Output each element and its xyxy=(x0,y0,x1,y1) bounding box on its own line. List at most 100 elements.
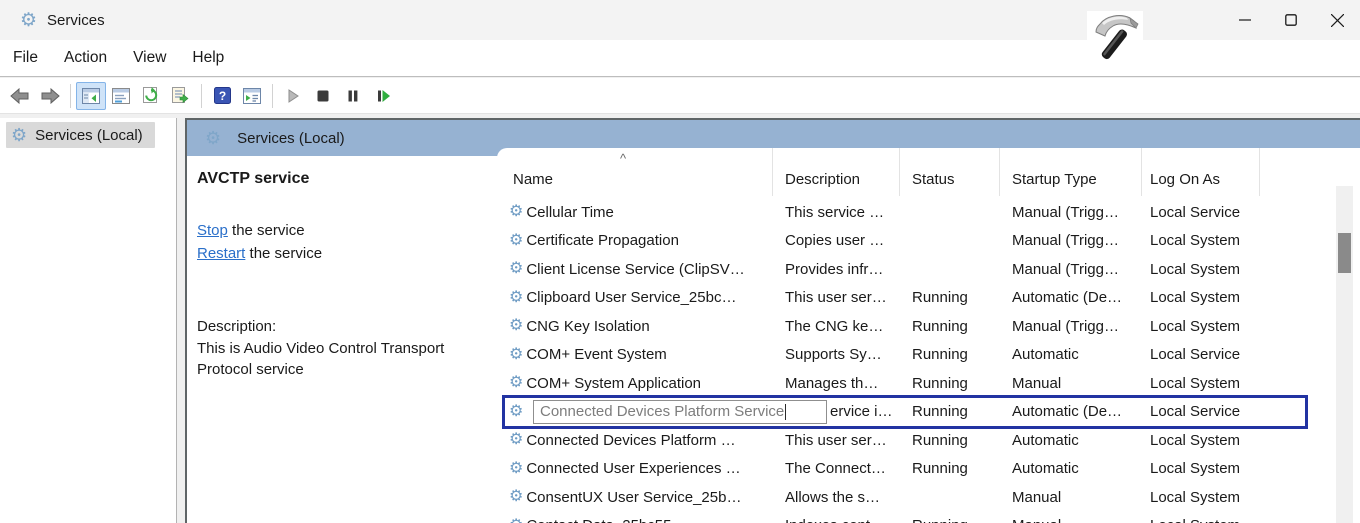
table-row[interactable]: ⚙Connected User Experiences …The Connect… xyxy=(505,455,1305,484)
table-row[interactable]: ⚙CNG Key IsolationThe CNG ke…RunningManu… xyxy=(505,312,1305,341)
pause-service-icon xyxy=(346,89,360,103)
menu-action[interactable]: Action xyxy=(51,40,120,76)
services-gear-icon: ⚙ xyxy=(205,129,221,147)
selected-service-name: AVCTP service xyxy=(197,170,497,188)
tree-item-label: Services (Local) xyxy=(35,127,143,144)
service-status: Running xyxy=(900,346,1000,363)
toolbar: ? xyxy=(0,78,1360,114)
column-header-status[interactable]: Status xyxy=(900,148,1000,196)
column-header-startup-type[interactable]: Startup Type xyxy=(1000,148,1142,196)
hammer-cursor-icon xyxy=(1087,11,1143,63)
service-gear-icon: ⚙ xyxy=(509,461,523,477)
menu-file[interactable]: File xyxy=(0,40,51,76)
table-row[interactable]: ⚙Certificate PropagationCopies user …Man… xyxy=(505,227,1305,256)
scrollbar-thumb[interactable] xyxy=(1338,233,1351,273)
table-row[interactable]: ⚙Connected Devices Platform … This user s… xyxy=(505,426,1305,455)
table-row[interactable]: ⚙Cellular TimeThis service …Manual (Trig… xyxy=(505,198,1305,227)
window-title: Services xyxy=(47,12,105,29)
service-name-cell: ⚙COM+ Event System xyxy=(505,346,773,363)
menu-help[interactable]: Help xyxy=(179,40,237,76)
show-hide-action-pane-button[interactable] xyxy=(237,82,267,110)
table-row[interactable]: ⚙Clipboard User Service_25bc…This user s… xyxy=(505,284,1305,313)
service-gear-icon: ⚙ xyxy=(509,489,523,505)
export-list-icon xyxy=(172,87,191,104)
description-label: Description: xyxy=(197,316,497,338)
service-logon-as: Local System xyxy=(1142,232,1260,249)
service-status: Running xyxy=(900,289,1000,306)
maximize-button[interactable] xyxy=(1268,0,1314,40)
service-gear-icon: ⚙ xyxy=(509,233,523,249)
start-service-button[interactable] xyxy=(278,82,308,110)
service-name: CNG Key Isolation xyxy=(526,318,649,335)
action-pane-icon xyxy=(243,88,261,104)
service-name-cell: ⚙Contact Data_25bc55 xyxy=(505,517,773,523)
service-description: Supports Sy… xyxy=(773,346,900,363)
tree-item-services-local[interactable]: ⚙ Services (Local) xyxy=(6,122,155,148)
minimize-icon xyxy=(1239,14,1251,26)
service-gear-icon: ⚙ xyxy=(509,318,523,334)
table-row[interactable]: ⚙Client License Service (ClipSV…Provides… xyxy=(505,255,1305,284)
service-rename-input[interactable]: Connected Devices Platform Service xyxy=(533,404,773,420)
service-name: Cellular Time xyxy=(526,204,614,221)
stop-service-button[interactable] xyxy=(308,82,338,110)
table-row[interactable]: ⚙COM+ Event SystemSupports Sy…RunningAut… xyxy=(505,341,1305,370)
close-button[interactable] xyxy=(1314,0,1360,40)
service-logon-as: Local System xyxy=(1142,318,1260,335)
service-startup-type: Automatic xyxy=(1000,432,1142,449)
content-area: ⚙ Services (Local) ⚙ Services (Local) AV… xyxy=(0,114,1360,523)
back-icon xyxy=(10,88,30,104)
back-button[interactable] xyxy=(5,82,35,110)
restart-service-button[interactable] xyxy=(368,82,398,110)
service-startup-type: Automatic (De… xyxy=(1000,289,1142,306)
service-gear-icon: ⚙ xyxy=(509,432,523,448)
column-header-logon-as[interactable]: Log On As xyxy=(1142,148,1260,196)
service-description: The Connect… xyxy=(773,460,900,477)
table-row[interactable]: ⚙COM+ System ApplicationManages th…Runni… xyxy=(505,369,1305,398)
service-description: This user ser… xyxy=(773,432,900,449)
table-row[interactable]: ⚙Contact Data_25bc55Indexes cont…Running… xyxy=(505,512,1305,523)
service-logon-as: Local System xyxy=(1142,375,1260,392)
console-tree-icon xyxy=(82,88,100,104)
vertical-scrollbar[interactable] xyxy=(1336,186,1353,523)
export-list-button[interactable] xyxy=(166,82,196,110)
column-header-description[interactable]: Description xyxy=(773,148,900,196)
table-row[interactable]: ⚙ConsentUX User Service_25b…Allows the s… xyxy=(505,483,1305,512)
title-bar: ⚙ Services xyxy=(0,0,1360,40)
list-header: Name Description Status Startup Type Log… xyxy=(505,148,1305,196)
service-startup-type: Automatic (De… xyxy=(1000,403,1142,420)
stop-service-link[interactable]: Stop xyxy=(197,222,228,239)
refresh-button[interactable] xyxy=(136,82,166,110)
service-name: Connected Devices Platform … xyxy=(526,432,735,449)
restart-service-icon xyxy=(376,89,391,103)
service-description: Copies user … xyxy=(773,232,900,249)
service-name-cell: ⚙Client License Service (ClipSV… xyxy=(505,261,773,278)
service-gear-icon: ⚙ xyxy=(509,290,523,306)
description-text: This is Audio Video Control Transport Pr… xyxy=(197,338,497,381)
service-startup-type: Manual xyxy=(1000,517,1142,523)
restart-service-suffix: the service xyxy=(245,245,322,262)
table-row[interactable]: ⚙Connected Devices Platform Serviceervic… xyxy=(505,398,1305,427)
console-tree-panel: ⚙ Services (Local) xyxy=(0,118,177,523)
service-startup-type: Automatic xyxy=(1000,346,1142,363)
service-status: Running xyxy=(900,517,1000,523)
show-hide-console-tree-button[interactable] xyxy=(76,82,106,110)
minimize-button[interactable] xyxy=(1222,0,1268,40)
service-startup-type: Manual (Trigg… xyxy=(1000,232,1142,249)
service-name: COM+ Event System xyxy=(526,346,666,363)
service-startup-type: Manual (Trigg… xyxy=(1000,261,1142,278)
forward-button[interactable] xyxy=(35,82,65,110)
pause-service-button[interactable] xyxy=(338,82,368,110)
properties-button[interactable] xyxy=(106,82,136,110)
help-button[interactable]: ? xyxy=(207,82,237,110)
service-startup-type: Manual (Trigg… xyxy=(1000,318,1142,335)
service-gear-icon: ⚙ xyxy=(509,404,523,420)
start-service-icon xyxy=(286,89,300,103)
service-rename-text: Connected Devices Platform Service xyxy=(540,404,773,420)
service-name: Contact Data_25bc55 xyxy=(526,517,671,523)
column-header-name[interactable]: Name xyxy=(505,148,773,196)
services-main-panel: ⚙ Services (Local) AVCTP service Stop th… xyxy=(185,118,1360,523)
menu-view[interactable]: View xyxy=(120,40,179,76)
restart-service-link[interactable]: Restart xyxy=(197,245,245,262)
toolbar-separator xyxy=(272,84,273,108)
service-name-cell: ⚙ Connected Devices Platform Service xyxy=(505,404,773,420)
